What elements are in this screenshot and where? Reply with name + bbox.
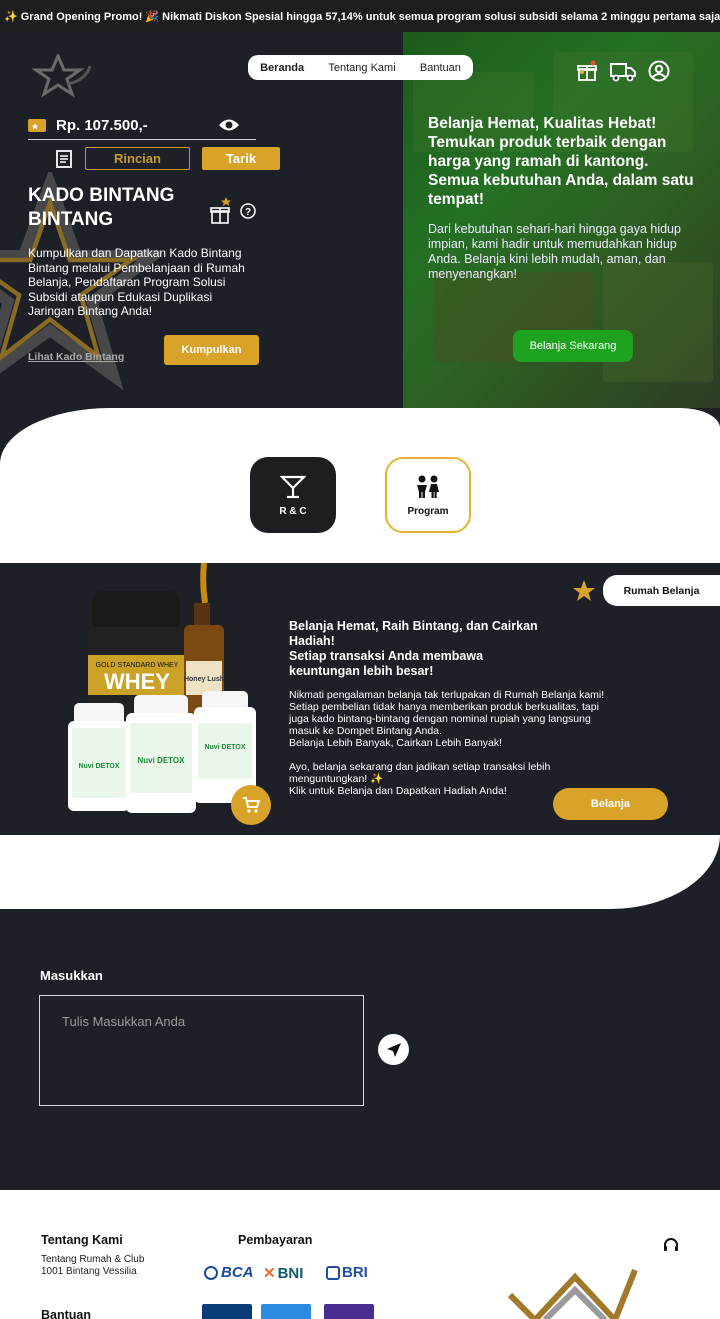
kumpulkan-button[interactable]: Kumpulkan [164, 335, 259, 365]
belanja-button[interactable]: Belanja [553, 788, 668, 820]
wallet-balance-row: Rp. 107.500,- [28, 112, 256, 140]
product-label: GOLD STANDARD WHEY [96, 662, 179, 669]
nav-bantuan[interactable]: Bantuan [420, 62, 461, 74]
product-label: Nuvi DETOX [204, 744, 245, 751]
footer-about-item[interactable]: 1001 Bintang Vessilia [41, 1266, 137, 1278]
rumah-belanja-tab[interactable]: Rumah Belanja [603, 575, 720, 606]
nav-beranda[interactable]: Beranda [260, 62, 304, 74]
payment-tile-mandiri [202, 1304, 252, 1319]
headset-icon[interactable] [662, 1236, 680, 1254]
shop-section: GOLD STANDARD WHEY WHEY Honey Lush Nuvi … [0, 563, 720, 835]
lihat-kado-link[interactable]: Lihat Kado Bintang [28, 351, 124, 363]
truck-icon[interactable] [610, 58, 636, 84]
footer-about-heading: Tentang Kami [41, 1233, 123, 1247]
user-icon[interactable] [646, 58, 672, 84]
detox-bottle: Nuvi DETOX [68, 703, 130, 811]
payment-tile-dana [261, 1304, 311, 1319]
kado-title: KADO BINTANG BINTANG [28, 185, 175, 230]
wallet-actions: Rincian Tarik [55, 147, 280, 170]
eye-icon[interactable] [218, 117, 240, 133]
gift-stars-icon [210, 197, 231, 224]
footer-brand-logo [507, 1268, 638, 1319]
category-rc-label: R & C [279, 505, 307, 517]
wallet-icon [28, 119, 46, 132]
rincian-button[interactable]: Rincian [85, 147, 190, 170]
product-label: Nuvi DETOX [138, 756, 186, 765]
shop-title: Belanja Hemat, Raih Bintang, dan Cairkan… [289, 619, 549, 679]
footer-help-heading: Bantuan [41, 1308, 91, 1319]
nav-tentang-kami[interactable]: Tentang Kami [328, 62, 395, 74]
product-label: Honey Lush [184, 676, 224, 683]
product-label: Nuvi DETOX [78, 763, 119, 770]
gift-icon[interactable] [574, 58, 600, 84]
top-navigation: Beranda Tentang Kami Bantuan [248, 55, 473, 80]
hero-section: Beranda Tentang Kami Bantuan Rp. 107.500… [0, 32, 720, 410]
bank-bri-label: BRI [342, 1264, 368, 1281]
category-program[interactable]: Program [385, 457, 471, 533]
honey-drip [200, 563, 208, 604]
header-icons [574, 58, 672, 84]
category-program-label: Program [407, 505, 449, 517]
svg-text:WHEY: WHEY [104, 669, 170, 694]
tarik-button[interactable]: Tarik [202, 147, 280, 170]
send-button[interactable] [378, 1034, 409, 1065]
shop-description: Nikmati pengalaman belanja tak terlupaka… [289, 689, 605, 797]
bri-mark-icon [326, 1266, 340, 1281]
wallet-balance: Rp. 107.500,- [56, 117, 148, 134]
bank-bca-logo: BCA [204, 1264, 254, 1281]
document-icon[interactable] [55, 149, 73, 168]
bank-bri-logo: BRI [326, 1264, 368, 1281]
footer: Tentang Kami Tentang Rumah & Club 1001 B… [0, 1190, 720, 1319]
bank-bca-label: BCA [221, 1264, 254, 1281]
detox-bottle: Nuvi DETOX [126, 695, 196, 813]
belanja-sekarang-button[interactable]: Belanja Sekarang [513, 330, 633, 362]
children-icon [417, 475, 439, 498]
feedback-section: Masukkan Tulis Masukkan Anda [0, 909, 720, 1190]
categories-section [0, 408, 720, 564]
cart-button[interactable] [231, 785, 271, 825]
star-badge-icon [573, 580, 595, 601]
bank-bni-logo: ✕ BNI [263, 1264, 303, 1282]
promo-banner: ✨ Grand Opening Promo! 🎉 Nikmati Diskon … [0, 0, 720, 32]
bca-mark-icon [204, 1266, 218, 1281]
kado-description: Kumpulkan dan Dapatkan Kado Bintang Bint… [28, 246, 245, 318]
category-rc[interactable]: R & C [250, 457, 336, 533]
payment-tile-ovo [324, 1304, 374, 1319]
hero-subtext: Dari kebutuhan sehari-hari hingga gaya h… [428, 222, 681, 281]
help-icon[interactable]: ? [240, 203, 256, 219]
bank-bni-label: BNI [277, 1265, 304, 1282]
bni-mark-icon: ✕ [263, 1265, 276, 1282]
footer-payment-heading: Pembayaran [238, 1233, 313, 1247]
send-icon [386, 1042, 401, 1057]
cart-icon [243, 797, 260, 813]
footer-about-item[interactable]: Tentang Rumah & Club [41, 1254, 144, 1266]
cocktail-icon [280, 475, 306, 498]
feedback-label: Masukkan [40, 968, 103, 983]
shop-title-text: Belanja Hemat, Raih Bintang, dan Cairkan… [289, 619, 538, 678]
hero-heading: Belanja Hemat, Kualitas Hebat! Temukan p… [428, 115, 694, 208]
svg-text:?: ? [245, 207, 251, 218]
kado-icons: ? [210, 196, 256, 226]
brand-logo[interactable] [28, 54, 94, 98]
feedback-textarea[interactable]: Tulis Masukkan Anda [39, 995, 364, 1106]
transition-curve [0, 835, 720, 909]
